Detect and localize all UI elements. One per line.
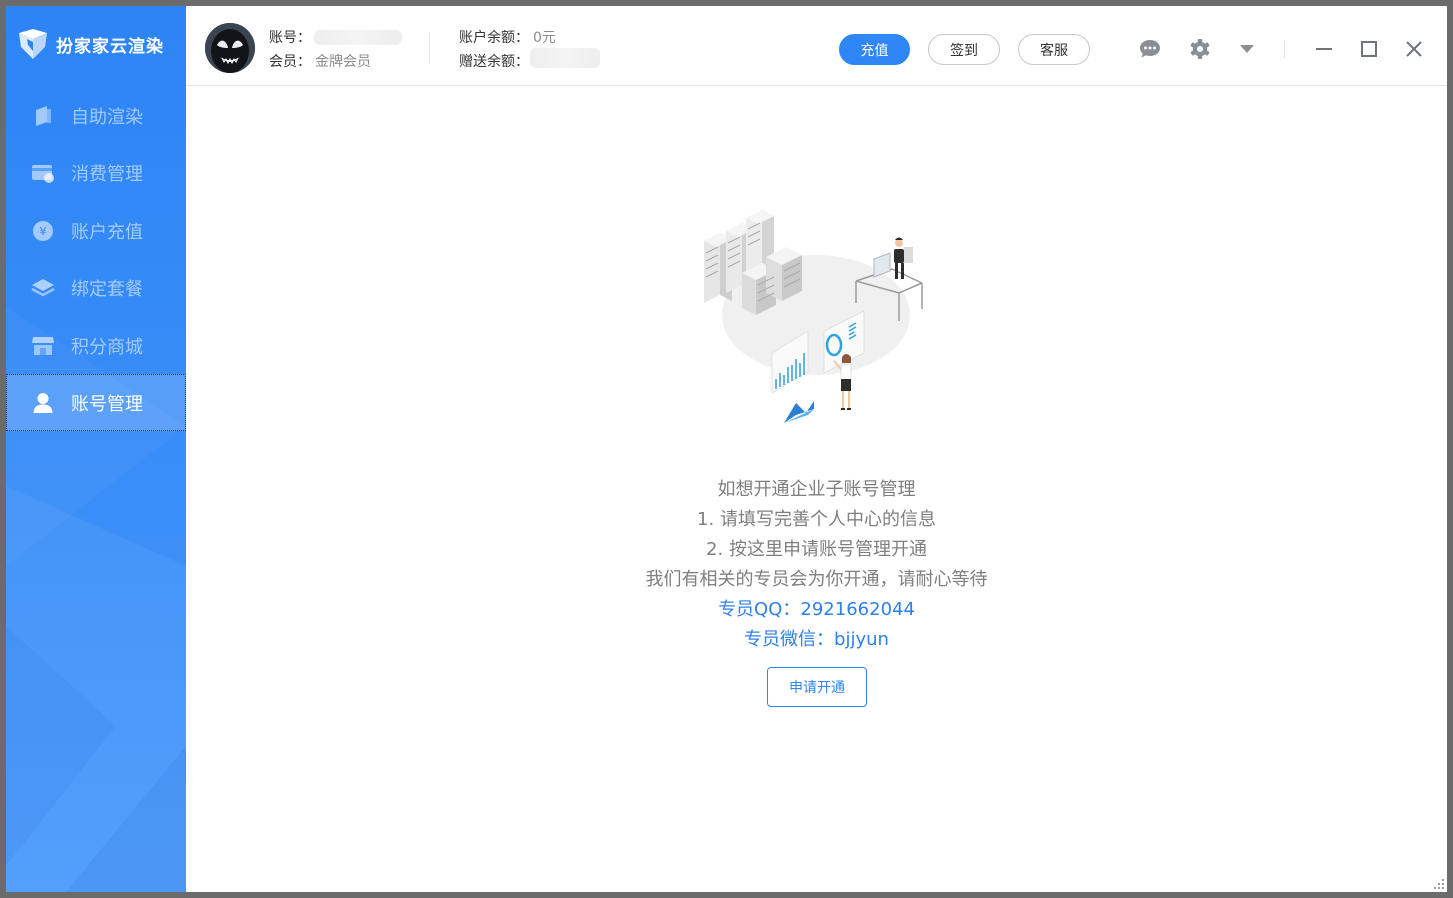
app-name: 扮家家云渲染: [56, 36, 164, 57]
info-line-3: 2. 按这里申请账号管理开通: [706, 539, 927, 560]
sidebar-item-self-render[interactable]: 自助渲染: [6, 87, 186, 144]
sidebar-item-label: 账户充值: [71, 221, 143, 243]
sidebar-item-account-management[interactable]: 账号管理: [6, 374, 186, 431]
app-logo: 扮家家云渲染: [17, 26, 164, 62]
info-line-2: 1. 请填写完善个人中心的信息: [697, 509, 936, 530]
member-value: 金牌会员: [315, 54, 371, 70]
info-line-1: 如想开通企业子账号管理: [717, 479, 916, 500]
header-divider: [429, 32, 430, 64]
empty-state-illustration: [704, 210, 923, 423]
account-value-redacted: [314, 30, 402, 45]
recharge-button[interactable]: 充值: [839, 34, 910, 65]
sidebar-item-consumption[interactable]: 消费管理: [6, 144, 186, 201]
sidebar-item-label: 消费管理: [71, 163, 143, 185]
package-layers-icon: [31, 276, 55, 300]
sidebar-item-package[interactable]: 绑定套餐: [6, 259, 186, 316]
account-label: 账号：: [269, 30, 311, 46]
info-line-4: 我们有相关的专员会为你开通，请耐心等待: [645, 569, 988, 590]
minimize-icon[interactable]: [1311, 36, 1337, 62]
sidebar-item-label: 自助渲染: [71, 106, 143, 128]
recharge-coin-icon: ¥: [31, 219, 55, 243]
presenter-woman-illustration: [833, 354, 852, 410]
store-icon: [31, 334, 55, 358]
avatar[interactable]: [205, 23, 255, 73]
app-window: 扮家家云渲染 自助渲染 消费管理 ¥ 账户充值 绑定套餐 积分商城 账号管理 账…: [6, 6, 1447, 892]
contact-qq: 专员QQ：2921662044: [718, 599, 915, 620]
sidebar-item-store[interactable]: 积分商城: [6, 317, 186, 374]
maximize-icon[interactable]: [1356, 36, 1382, 62]
balance-value: 0元: [533, 30, 556, 46]
resize-grip-icon[interactable]: [1433, 878, 1445, 890]
logo-icon: [19, 29, 47, 59]
user-icon: [31, 391, 55, 415]
top-header: 账号： 会员： 金牌会员 账户余额： 0元 赠送余额： 充值 签到 客服: [186, 6, 1447, 86]
member-label: 会员：: [269, 54, 311, 70]
apply-activation-button[interactable]: 申请开通: [767, 667, 867, 707]
consumption-icon: [31, 161, 55, 185]
window-controls-divider: [1284, 40, 1285, 58]
sidebar-item-label: 绑定套餐: [71, 278, 143, 300]
gear-icon[interactable]: [1187, 36, 1213, 62]
svg-text:¥: ¥: [40, 225, 47, 238]
sidebar-item-recharge[interactable]: ¥ 账户充值: [6, 202, 186, 259]
customer-service-button[interactable]: 客服: [1018, 34, 1090, 65]
self-render-icon: [31, 104, 55, 128]
close-icon[interactable]: [1401, 36, 1427, 62]
sidebar-item-label: 积分商城: [71, 336, 143, 358]
contact-wechat: 专员微信：bjjyun: [744, 629, 889, 650]
sidebar: 扮家家云渲染 自助渲染 消费管理 ¥ 账户充值 绑定套餐 积分商城 账号管理: [6, 6, 186, 892]
balance-label: 账户余额：: [459, 30, 529, 46]
dropdown-triangle-icon[interactable]: [1234, 36, 1260, 62]
main-content: 如想开通企业子账号管理 1. 请填写完善个人中心的信息 2. 按这里申请账号管理…: [186, 87, 1447, 892]
signin-button[interactable]: 签到: [928, 34, 1000, 65]
gift-balance-label: 赠送余额：: [459, 54, 529, 70]
sidebar-item-label: 账号管理: [71, 393, 143, 415]
gift-balance-value-redacted: [530, 48, 600, 68]
chat-icon[interactable]: [1137, 36, 1163, 62]
